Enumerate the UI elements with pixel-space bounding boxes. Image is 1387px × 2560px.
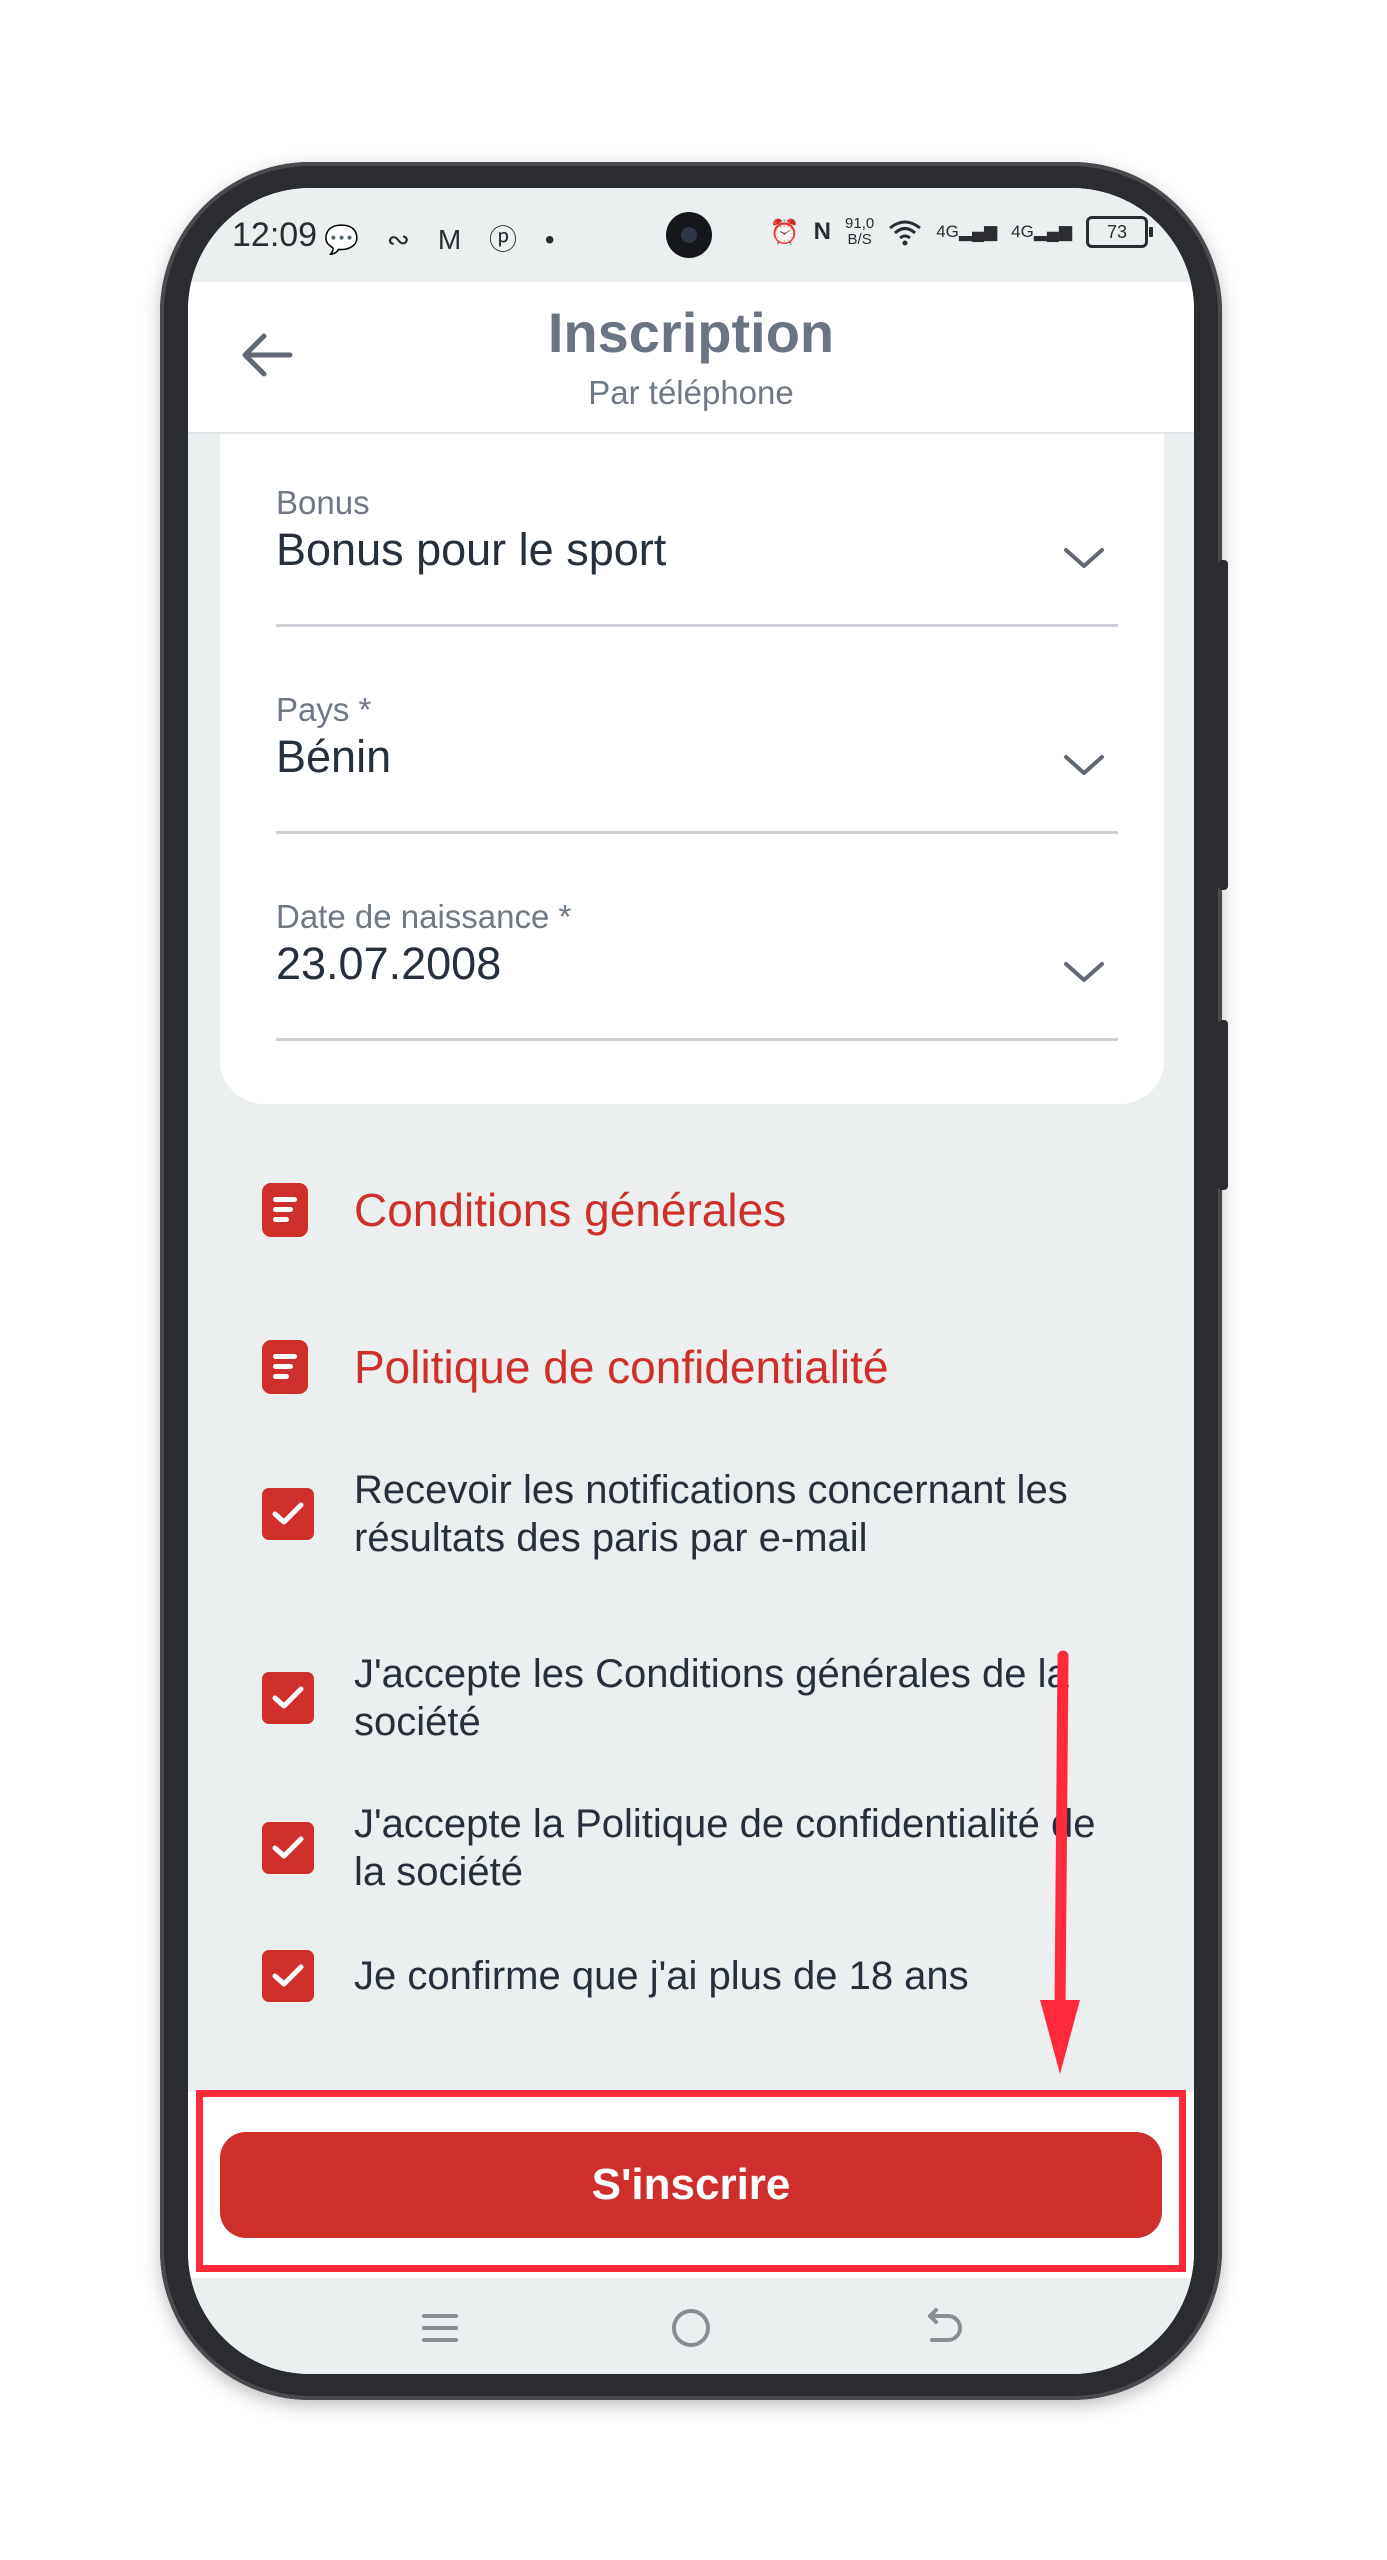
bonus-select[interactable]: Bonus Bonus pour le sport <box>276 484 1118 627</box>
birthdate-label: Date de naissance * <box>276 898 572 935</box>
annotation-highlight-box <box>196 2090 1186 2272</box>
document-icon <box>262 1340 308 1394</box>
checkmark-icon <box>272 1686 304 1709</box>
notifications-checkbox[interactable] <box>262 1488 314 1540</box>
system-nav-bar <box>188 2278 1194 2374</box>
front-camera <box>666 212 712 258</box>
privacy-link[interactable]: Politique de confidentialité <box>262 1337 888 1397</box>
header: Inscription Par téléphone <box>188 282 1194 434</box>
chevron-down-icon <box>1064 548 1104 568</box>
country-select[interactable]: Pays * Bénin <box>276 691 1118 834</box>
nfc-icon: N <box>813 218 832 245</box>
menu-icon[interactable] <box>412 2300 468 2356</box>
alarm-icon: ⏰ <box>769 218 800 246</box>
country-value: Bénin <box>276 731 392 782</box>
notifications-checkbox-label: Recevoir les notifications concernant le… <box>354 1468 1068 1560</box>
signal-label-1: 4G <box>936 222 959 241</box>
accept-terms-checkbox-label: J'accepte les Conditions générales de la… <box>354 1652 1069 1744</box>
country-label: Pays * <box>276 691 372 728</box>
volume-button <box>1218 560 1228 890</box>
birthdate-select[interactable]: Date de naissance * 23.07.2008 <box>276 898 1118 1041</box>
confirm-age-checkbox-label: Je confirme que j'ai plus de 18 ans <box>354 1954 969 1998</box>
chevron-down-icon <box>1064 962 1104 982</box>
status-time: 12:09 <box>232 216 318 254</box>
terms-link-label: Conditions générales <box>354 1184 787 1236</box>
accept-terms-checkbox-row[interactable]: J'accepte les Conditions générales de la… <box>262 1650 1102 1746</box>
annotation-arrow-icon <box>1040 1650 1080 2074</box>
accept-terms-checkbox[interactable] <box>262 1672 314 1724</box>
form-card: Bonus Bonus pour le sport Pays * Bénin D… <box>220 434 1164 1104</box>
wifi-icon <box>889 220 922 246</box>
bonus-value: Bonus pour le sport <box>276 524 667 575</box>
checkmark-icon <box>272 1964 304 1987</box>
signal-4g-icon-2: 4G▂▄▆ <box>1011 222 1072 241</box>
page-subtitle: Par téléphone <box>588 374 794 411</box>
document-icon <box>262 1183 308 1237</box>
accept-privacy-checkbox[interactable] <box>262 1822 314 1874</box>
signal-4g-icon: 4G▂▄▆ <box>936 222 998 241</box>
status-bar: 12:09 💬 ∾ M ⓟ • ⏰ N 91,0 B/S 4G▂▄▆ 4G▂▄▆… <box>188 188 1194 282</box>
net-speed-value: 91,0 <box>845 215 875 232</box>
terms-link[interactable]: Conditions générales <box>262 1180 786 1240</box>
status-icons-right: ⏰ N 91,0 B/S 4G▂▄▆ 4G▂▄▆ 73 <box>769 216 1153 248</box>
home-icon[interactable] <box>663 2300 719 2356</box>
net-speed: 91,0 B/S <box>845 216 874 248</box>
checkmark-icon <box>272 1502 304 1525</box>
accept-privacy-checkbox-row[interactable]: J'accepte la Politique de confidentialit… <box>262 1800 1102 1896</box>
battery-icon: 73 <box>1086 216 1153 248</box>
back-icon[interactable] <box>914 2300 970 2356</box>
notification-icons: 💬 ∾ M ⓟ • <box>324 224 565 255</box>
notifications-checkbox-row[interactable]: Recevoir les notifications concernant le… <box>262 1466 1102 1562</box>
net-speed-unit: B/S <box>847 231 872 248</box>
accept-privacy-checkbox-label: J'accepte la Politique de confidentialit… <box>354 1802 1096 1894</box>
signal-label-2: 4G <box>1011 222 1034 241</box>
chevron-down-icon <box>1064 755 1104 775</box>
bonus-label: Bonus <box>276 484 370 521</box>
checkmark-icon <box>272 1836 304 1859</box>
page-title: Inscription <box>547 301 835 364</box>
privacy-link-label: Politique de confidentialité <box>354 1341 889 1393</box>
confirm-age-checkbox-row[interactable]: Je confirme que j'ai plus de 18 ans <box>262 1950 1102 2002</box>
power-button <box>1218 1020 1228 1190</box>
birthdate-value: 23.07.2008 <box>276 938 502 989</box>
confirm-age-checkbox[interactable] <box>262 1950 314 2002</box>
